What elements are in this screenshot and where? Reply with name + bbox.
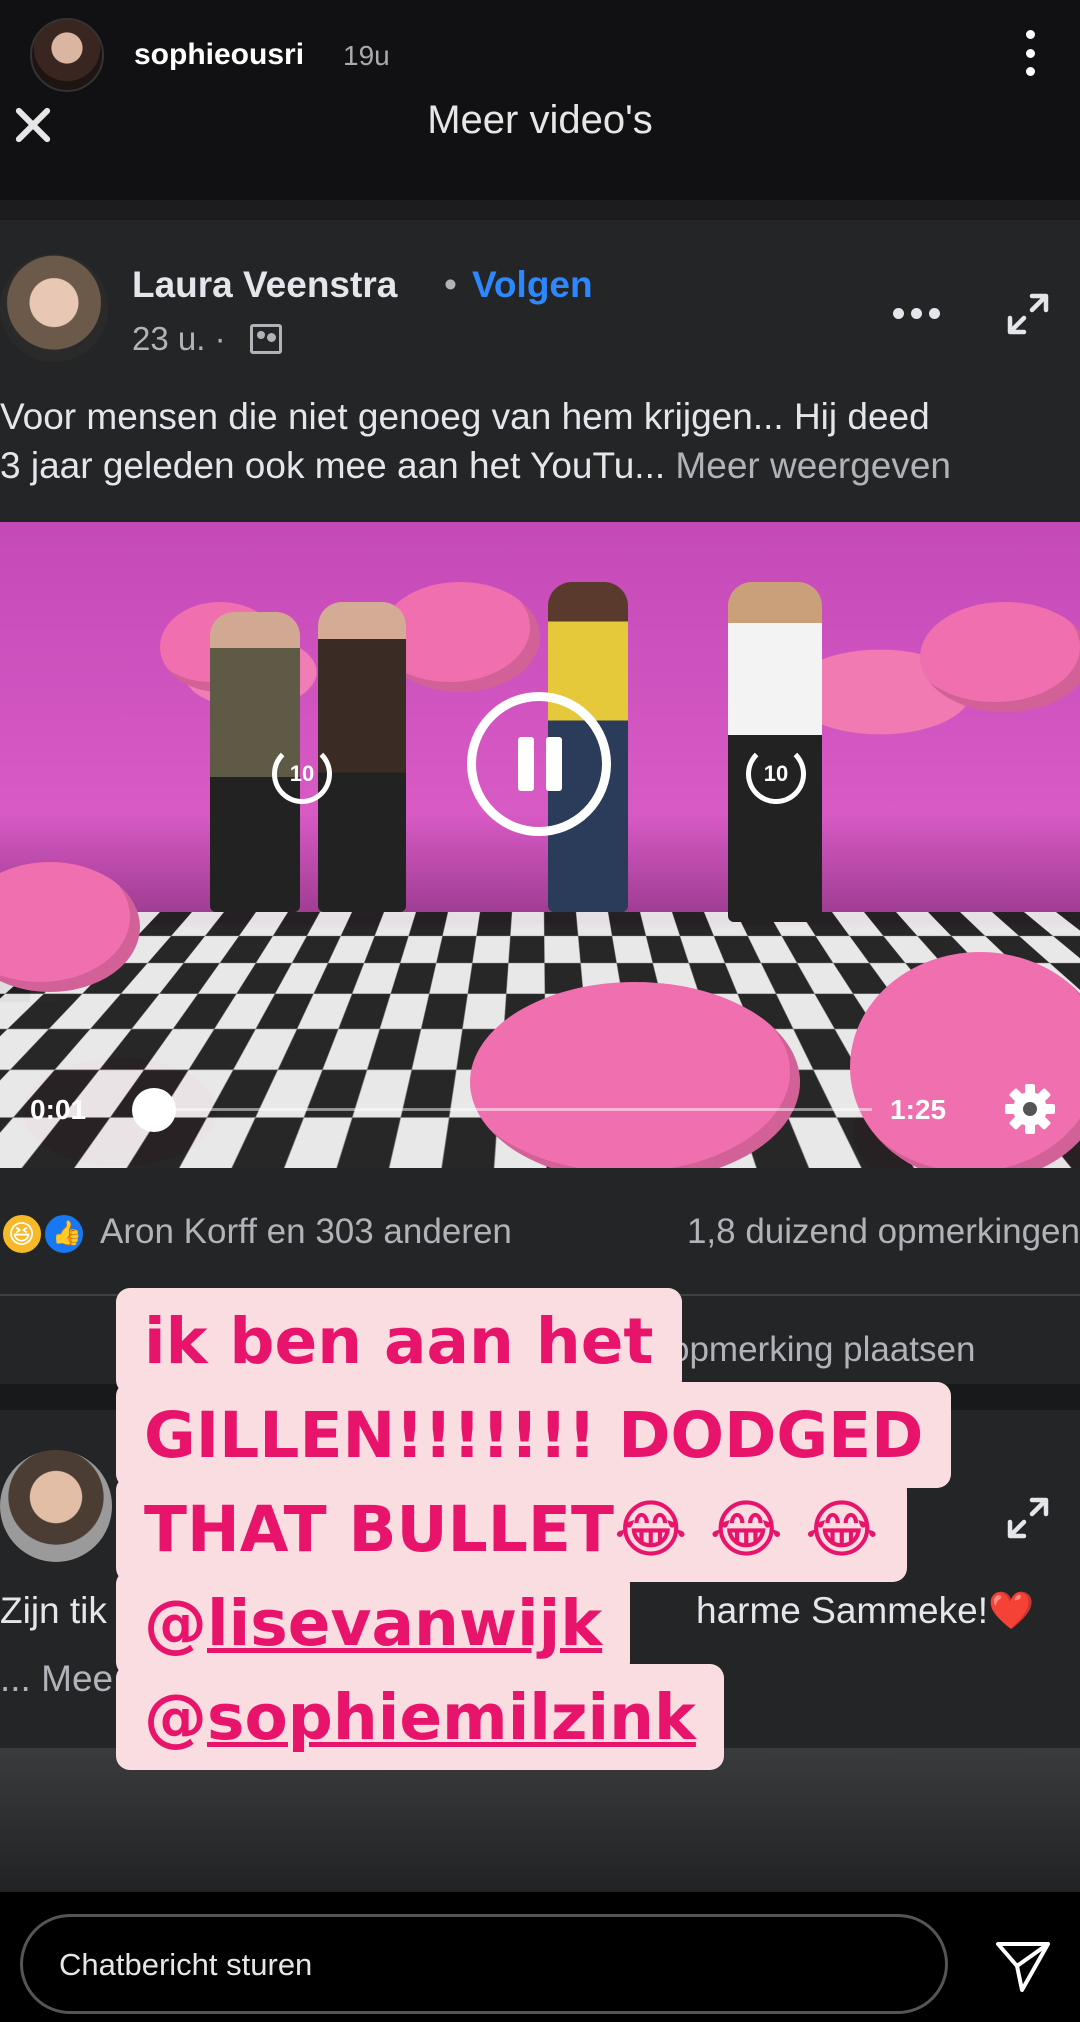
total-time: 1:25 (890, 1094, 947, 1125)
post-caption: Voor mensen die niet genoeg van hem krij… (0, 392, 1080, 490)
post-timestamp: 23 u. · (132, 320, 226, 357)
mention-lisevanwijk[interactable]: lisevanwijk (207, 1587, 602, 1660)
skip-back-icon[interactable]: 10 (272, 744, 332, 804)
next-post-caption-start: Zijn tik (0, 1590, 107, 1631)
video-decor (470, 982, 800, 1168)
sticker-line-4: @lisevanwijk (116, 1570, 631, 1676)
story-time-ago: 19u (343, 40, 390, 71)
expand-icon[interactable] (1006, 292, 1050, 336)
story-viewer: sophieousri 19u Meer video's Laura Veens… (0, 0, 1080, 1892)
sticker-line-2: GILLEN!!!!!!! DODGED (116, 1382, 952, 1488)
caption-line-1: Voor mensen die niet genoeg van hem krij… (0, 396, 930, 437)
skip-back-seconds: 10 (289, 761, 315, 786)
see-more-link[interactable]: Meer weergeven (675, 445, 951, 486)
story-header: sophieousri 19u Meer video's (0, 0, 1080, 200)
author-avatar[interactable] (0, 254, 108, 362)
progress-handle[interactable] (132, 1088, 176, 1132)
skip-forward-seconds: 10 (763, 761, 789, 786)
follow-button[interactable]: Volgen (472, 264, 593, 306)
expand-icon[interactable] (1006, 1496, 1050, 1540)
story-username[interactable]: sophieousri (134, 38, 304, 72)
page-title: Meer video's (427, 98, 653, 142)
like-reaction-icon (42, 1212, 86, 1256)
progress-track[interactable] (152, 1108, 872, 1111)
next-post-avatar[interactable] (0, 1450, 112, 1562)
next-post-see-more[interactable]: ... Mee (0, 1658, 113, 1700)
at-sign: @ (144, 1587, 207, 1660)
story-more-options-icon[interactable] (1022, 30, 1038, 76)
comment-count[interactable]: 1,8 duizend opmerkingen (687, 1212, 1080, 1252)
audience-icon (250, 324, 282, 354)
reactions-bar[interactable]: Aron Korff en 303 anderen 1,8 duizend op… (0, 1208, 1080, 1258)
post-more-options-icon[interactable] (893, 308, 940, 319)
current-time: 0:01 (30, 1094, 87, 1125)
video-person (318, 602, 406, 912)
pause-icon[interactable] (467, 692, 611, 836)
caption-line-2: 3 jaar geleden ook mee aan het YouTu... … (0, 441, 1080, 490)
video-decor (920, 602, 1080, 712)
chat-message-input[interactable]: Chatbericht sturen (20, 1914, 948, 2014)
separator-dot: • (444, 264, 457, 305)
mention-sophiemilzink[interactable]: sophiemilzink (207, 1681, 696, 1754)
at-sign: @ (144, 1681, 207, 1754)
haha-reaction-icon (0, 1212, 44, 1256)
sticker-line-5: @sophiemilzink (116, 1664, 724, 1770)
send-icon[interactable] (994, 1940, 1052, 1994)
caption-line-2-text: 3 jaar geleden ook mee aan het YouTu... (0, 445, 666, 486)
post-author-name[interactable]: Laura Veenstra (132, 264, 397, 306)
sticker-line-1: ik ben aan het (116, 1288, 682, 1394)
gear-icon[interactable] (1003, 1082, 1057, 1136)
reactors-summary[interactable]: Aron Korff en 303 anderen (100, 1212, 512, 1252)
video-player[interactable]: 10 10 0:01 1:25 (0, 522, 1080, 1168)
story-text-sticker: ik ben aan het GILLEN!!!!!!! DODGED THAT… (116, 1288, 996, 1770)
chat-placeholder: Chatbericht sturen (59, 1947, 313, 1982)
sticker-line-3: THAT BULLET😂 😂 😂 (116, 1476, 907, 1582)
skip-forward-icon[interactable]: 10 (746, 744, 806, 804)
story-user-avatar[interactable] (30, 18, 104, 92)
